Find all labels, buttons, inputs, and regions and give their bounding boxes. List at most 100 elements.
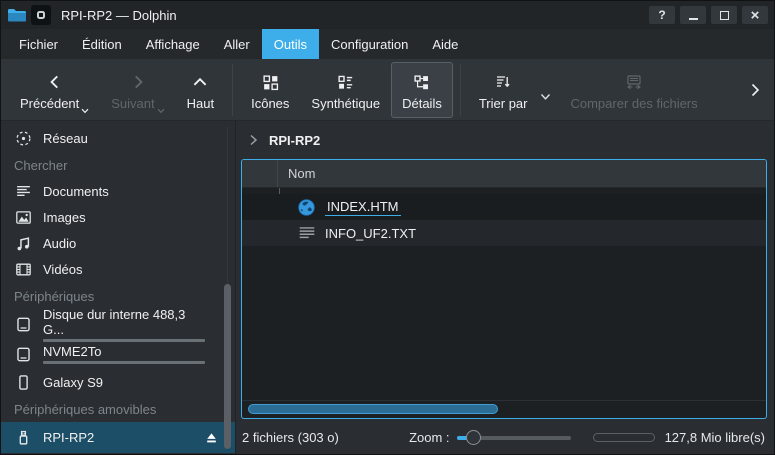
titlebar: RPI-RP2 — Dolphin ? × [1, 1, 774, 29]
menubar: Fichier Édition Affichage Aller Outils C… [1, 29, 774, 59]
icons-view-icon [262, 70, 279, 94]
sidebar-item-rpi-rp2[interactable]: RPI-RP2 [1, 422, 235, 453]
menu-outils[interactable]: Outils [262, 29, 319, 59]
window-title: RPI-RP2 — Dolphin [61, 8, 177, 23]
menu-configuration[interactable]: Configuration [319, 29, 420, 59]
sidebar-item-documents[interactable]: Documents [1, 178, 235, 204]
music-note-icon [14, 234, 32, 252]
hard-drive-icon [14, 315, 32, 333]
sidebar-item-disque-interne[interactable]: Disque dur interne 488,3 G... [1, 309, 235, 339]
zoom-slider[interactable] [457, 429, 571, 446]
file-row-index-htm[interactable]: INDEX.HTM [242, 194, 766, 220]
chevron-down-icon [81, 108, 89, 114]
chevron-up-icon [191, 70, 209, 94]
up-button[interactable]: Haut [176, 62, 225, 118]
hard-drive-icon [14, 345, 32, 363]
chevron-right-icon[interactable] [248, 134, 259, 146]
capacity-bar [43, 361, 205, 364]
zoom-label: Zoom : [409, 430, 449, 445]
eject-icon[interactable] [204, 431, 219, 445]
sidebar-item-label: Images [43, 210, 86, 225]
sidebar-item-label: Documents [43, 184, 109, 199]
sidebar-item-reseau[interactable]: Réseau [1, 125, 235, 151]
sidebar-item-label: Audio [43, 236, 76, 251]
file-name[interactable]: INFO_UF2.TXT [325, 226, 416, 241]
sidebar-item-images[interactable]: Images [1, 204, 235, 230]
sort-by-button[interactable]: Trier par [468, 62, 539, 118]
sort-icon [494, 70, 512, 94]
dolphin-window: RPI-RP2 — Dolphin ? × Fichier Édition Af… [0, 0, 775, 455]
globe-icon [297, 198, 316, 217]
sidebar-item-label: RPI-RP2 [43, 430, 94, 445]
chevron-down-icon[interactable] [540, 93, 551, 101]
maximize-icon [720, 11, 729, 20]
sidebar-item-nvme2to[interactable]: NVME2To [1, 339, 235, 369]
horizontal-scrollbar[interactable] [248, 404, 498, 414]
toolbar: Précédent Suivant Haut Icônes [1, 59, 774, 121]
document-lines-icon [14, 182, 32, 200]
free-space-label: 127,8 Mio libre(s) [665, 430, 765, 445]
file-row-info-uf2-txt[interactable]: INFO_UF2.TXT [242, 220, 766, 246]
toolbar-separator [460, 64, 461, 116]
sidebar-item-label: Vidéos [43, 262, 83, 277]
chevron-left-icon [46, 70, 64, 94]
compare-files-icon [624, 70, 644, 94]
menu-edition[interactable]: Édition [70, 29, 134, 59]
menu-aide[interactable]: Aide [420, 29, 470, 59]
section-peripheriques-amovibles: Périphériques amovibles [1, 395, 235, 422]
folder-app-icon [7, 5, 27, 25]
toolbar-overflow-button[interactable] [744, 82, 766, 98]
sidebar-item-label: NVME2To [43, 344, 205, 359]
forward-button[interactable]: Suivant [100, 62, 175, 118]
back-button[interactable]: Précédent [9, 62, 100, 118]
film-icon [14, 260, 32, 278]
sidebar-item-label: Réseau [43, 131, 88, 146]
close-button[interactable]: × [742, 6, 768, 24]
minimize-icon [689, 18, 698, 20]
statusbar: 2 fichiers (303 o) Zoom : 127,8 Mio libr… [236, 419, 774, 455]
sidebar-item-label: Disque dur interne 488,3 G... [43, 307, 205, 337]
icons-view-button[interactable]: Icônes [240, 62, 300, 118]
chevron-down-icon [157, 108, 165, 114]
details-view-icon [413, 70, 430, 94]
maximize-button[interactable] [711, 6, 737, 24]
menu-aller[interactable]: Aller [212, 29, 262, 59]
sidebar-item-audio[interactable]: Audio [1, 230, 235, 256]
network-icon [14, 129, 32, 147]
compact-view-icon [337, 70, 354, 94]
menu-fichier[interactable]: Fichier [7, 29, 70, 59]
menu-affichage[interactable]: Affichage [134, 29, 212, 59]
image-icon [14, 208, 32, 226]
section-chercher: Chercher [1, 151, 235, 178]
file-view: Nom INDEX.HTM [241, 159, 767, 419]
sidebar-scrollbar[interactable] [224, 284, 231, 449]
section-peripheriques: Périphériques [1, 282, 235, 309]
window-controls: ? × [649, 6, 768, 24]
places-panel: Réseau Chercher Documents Images Audio [1, 121, 236, 455]
help-button[interactable]: ? [649, 6, 675, 24]
zoom-slider-handle[interactable] [466, 430, 481, 445]
breadcrumb-location[interactable]: RPI-RP2 [269, 133, 320, 148]
compare-files-button[interactable]: Comparer des fichiers [559, 62, 708, 118]
sidebar-item-videos[interactable]: Vidéos [1, 256, 235, 282]
window-menu-icon[interactable] [31, 5, 51, 25]
minimize-button[interactable] [680, 6, 706, 24]
text-file-icon [297, 224, 316, 243]
toolbar-separator [232, 64, 233, 116]
files-summary: 2 fichiers (303 o) [242, 430, 339, 445]
expander-column [242, 160, 278, 187]
usb-drive-icon [14, 429, 32, 447]
chevron-right-icon [129, 70, 147, 94]
sidebar-item-galaxy-s9[interactable]: Galaxy S9 [1, 369, 235, 395]
column-header-row: Nom [242, 160, 766, 188]
breadcrumb: RPI-RP2 [236, 121, 774, 159]
file-list: INDEX.HTM INFO_UF2.TXT [242, 188, 766, 418]
smartphone-icon [14, 373, 32, 391]
details-view-button[interactable]: Détails [391, 62, 453, 118]
free-space-bar [593, 433, 655, 442]
capacity-bar [43, 339, 205, 342]
scrollbar-divider [242, 400, 766, 401]
file-name[interactable]: INDEX.HTM [325, 199, 401, 216]
column-header-nom[interactable]: Nom [278, 160, 315, 187]
compact-view-button[interactable]: Synthétique [300, 62, 391, 118]
